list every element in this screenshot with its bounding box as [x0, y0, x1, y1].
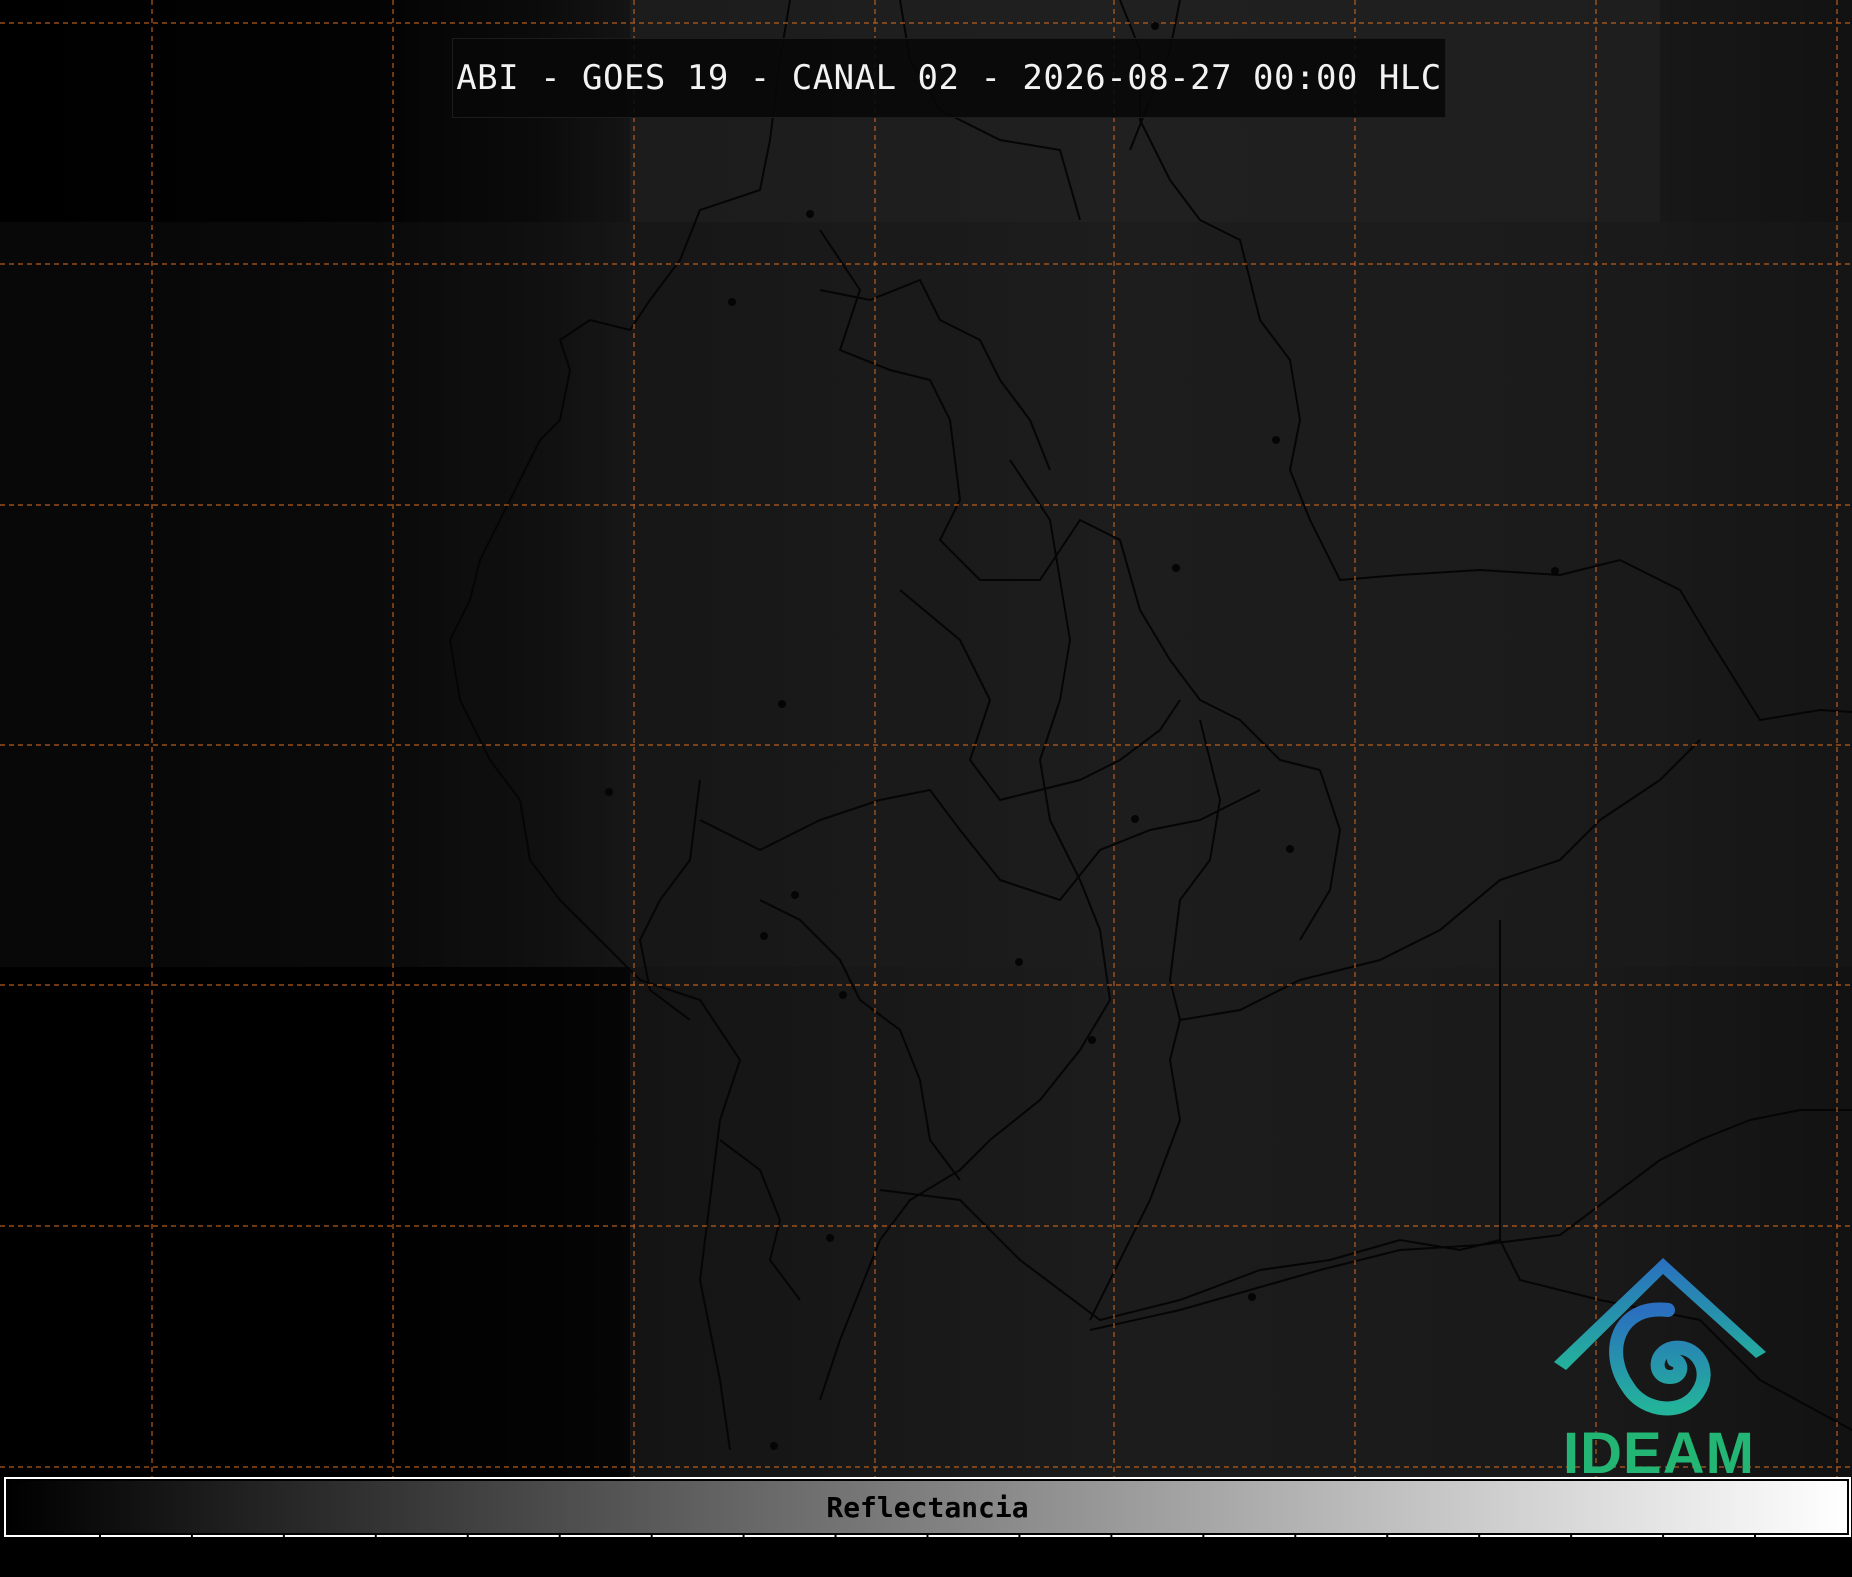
- satellite-map[interactable]: ABI - GOES 19 - CANAL 02 - 2026-08-27 00…: [0, 0, 1852, 1477]
- colorbar-tick-label: 0.3: [540, 1554, 580, 1577]
- colorbar-tick-label: 0.1: [172, 1554, 212, 1577]
- map-title: ABI - GOES 19 - CANAL 02 - 2026-08-27 00…: [452, 38, 1446, 118]
- ideam-logo-text: IDEAM: [1563, 1421, 1755, 1477]
- scan-band-left-dark: [0, 967, 630, 1477]
- colorbar-tick-label: 0.7: [1275, 1554, 1315, 1577]
- colorbar-tick-label: 0.5: [908, 1554, 948, 1577]
- colorbar-label: Reflectancia: [826, 1490, 1029, 1524]
- scan-band-mid: [0, 222, 1852, 967]
- ideam-logo-icon: [1554, 1258, 1766, 1416]
- ideam-logo: IDEAM: [1548, 1252, 1770, 1477]
- colorbar-tick-label: 0.9: [1643, 1554, 1683, 1577]
- colorbar-ticks: 0.1 0.3 0.5 0.7 0.9: [98, 1535, 1757, 1577]
- colorbar: Reflectancia: [4, 1477, 1851, 1537]
